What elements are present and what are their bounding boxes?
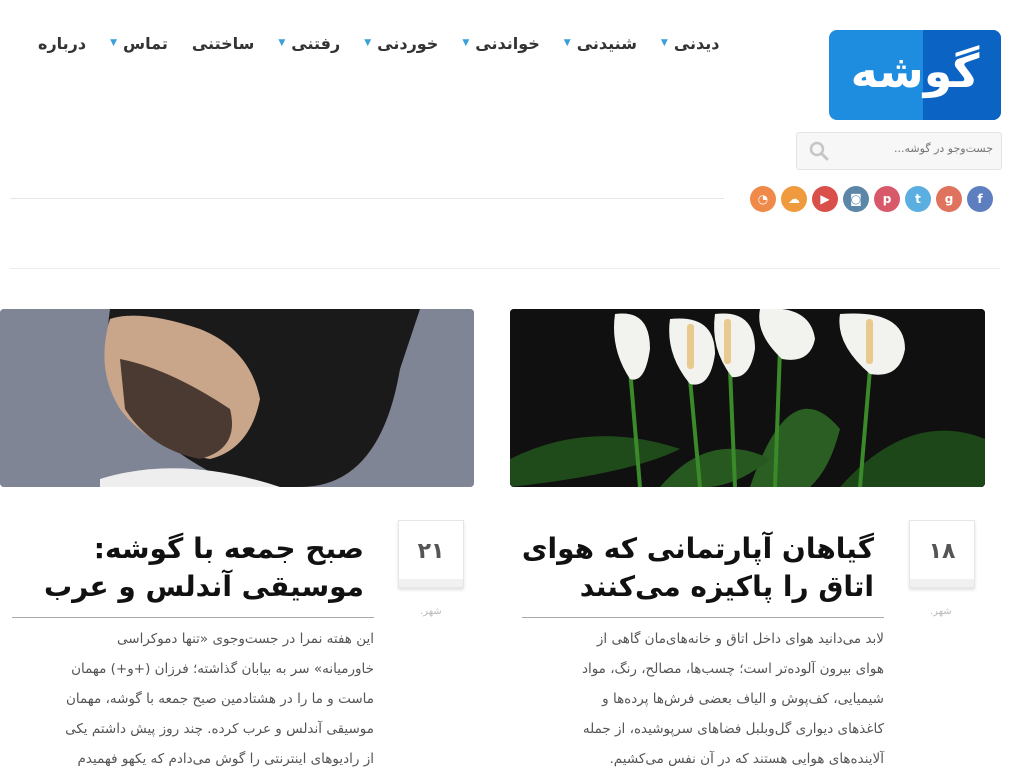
excerpt-line: شیمیایی، کف‌پوش و الیاف بعضی فرش‌ها پرده… — [602, 691, 884, 707]
instagram-icon[interactable]: ◙ — [843, 186, 869, 212]
post-day: ۲۱ — [417, 539, 445, 564]
excerpt-line: لابد می‌دانید هوای داخل اتاق و خانه‌های‌… — [596, 631, 884, 647]
post-month: شهر. — [420, 606, 442, 617]
post-title-line: گیاهان آپارتمانی که هوای — [521, 532, 874, 565]
post-title-line: موسیقی آندلس و عرب — [43, 570, 364, 603]
badge-fold — [399, 579, 463, 587]
title-underline — [12, 617, 374, 618]
nav-item-label: شنیدنی — [576, 33, 637, 53]
post-image-plants[interactable] — [510, 309, 985, 487]
nav-item-label: خواندنی — [475, 33, 540, 53]
excerpt-line: کاغذهای دیواری گل‌وبلبل فضاهای سرپوشیده،… — [582, 721, 884, 737]
excerpt-line: آلاینده‌های هوایی هستند که در آن نفس می‌… — [609, 751, 885, 767]
soundcloud-icon[interactable]: ☁ — [781, 186, 807, 212]
post-month: شهر. — [930, 606, 952, 617]
twitter-icon[interactable]: t — [905, 186, 931, 212]
excerpt-line: خاورمیانه» سر به بیابان گذاشته؛ فرزان (+… — [71, 661, 374, 677]
nav-item-label: درباره — [38, 33, 87, 53]
rss-icon[interactable]: ◔ — [750, 186, 776, 212]
search-input[interactable] — [841, 141, 995, 156]
excerpt-line: ماست و ما را در هشتادمین صبح جمعه با گوش… — [65, 691, 374, 707]
post-date-badge: ۱۸ — [909, 520, 975, 588]
excerpt-line: این هفته نمرا در جست‌وجوی «تنها دموکراسی — [117, 631, 374, 647]
chevron-down-icon: ▼ — [278, 38, 286, 48]
nav-item-label: تماس — [123, 33, 168, 53]
post-image-musician[interactable] — [0, 309, 474, 487]
peace-lily-illustration — [510, 309, 985, 487]
site-logo[interactable]: گوشه — [829, 30, 1001, 120]
social-links: ◔ ☁ ▶ ◙ p t g f — [750, 186, 993, 212]
nav-item-label: رفتنی — [291, 33, 341, 53]
nav-item-listen[interactable]: ▼ شنیدنی — [564, 30, 637, 56]
nav-item-label: دیدنی — [673, 33, 720, 53]
post-excerpt: این هفته نمرا در جست‌وجوی «تنها دموکراسی… — [12, 624, 374, 774]
nav-item-food[interactable]: ▼ خوردنی — [364, 30, 438, 56]
nav-item-contact[interactable]: ▼ تماس — [110, 30, 168, 56]
post-title-line: اتاق را پاکیزه می‌کنند — [579, 570, 874, 603]
nav-item-label: خوردنی — [377, 33, 439, 53]
search-icon[interactable] — [809, 141, 829, 161]
chevron-down-icon: ▼ — [364, 38, 372, 48]
chevron-down-icon: ▼ — [563, 38, 571, 48]
title-underline — [522, 617, 884, 618]
post-date-badge: ۲۱ — [398, 520, 464, 588]
facebook-icon[interactable]: f — [967, 186, 993, 212]
divider — [10, 268, 1000, 269]
post-title-line: صبح جمعه با گوشه: — [93, 532, 364, 565]
chevron-down-icon: ▼ — [462, 38, 470, 48]
post-title[interactable]: صبح جمعه با گوشه: موسیقی آندلس و عرب — [14, 530, 364, 606]
nav-item-buildable[interactable]: ساختنی — [192, 30, 255, 56]
nav-item-read[interactable]: ▼ خواندنی — [462, 30, 539, 56]
main-nav: درباره ▼ تماس ساختنی ▼ رفتنی ▼ خوردنی ▼ خوان… — [14, 30, 720, 56]
logo-text: گوشه — [850, 44, 980, 98]
nav-item-watch[interactable]: ▼ دیدنی — [661, 30, 720, 56]
excerpt-line: موسیقی آندلس و عرب کرده. چند روز پیش داش… — [65, 721, 374, 737]
chevron-down-icon: ▼ — [110, 38, 118, 48]
nav-item-travel[interactable]: ▼ رفتنی — [278, 30, 340, 56]
excerpt-line: هوای بیرون آلوده‌تر است؛ چسب‌ها، مصالح، … — [581, 661, 884, 677]
google-plus-icon[interactable]: g — [936, 186, 962, 212]
youtube-icon[interactable]: ▶ — [812, 186, 838, 212]
nav-item-about[interactable]: درباره — [38, 30, 86, 56]
divider — [10, 198, 724, 199]
badge-fold — [910, 579, 974, 587]
post-excerpt: لابد می‌دانید هوای داخل اتاق و خانه‌های‌… — [522, 624, 884, 774]
musician-portrait — [0, 309, 474, 487]
chevron-down-icon: ▼ — [660, 38, 668, 48]
nav-item-label: ساختنی — [191, 33, 255, 53]
post-day: ۱۸ — [928, 539, 956, 564]
excerpt-line: از رادیوهای اینترنتی را گوش می‌دادم که ی… — [77, 751, 374, 767]
pinterest-icon[interactable]: p — [874, 186, 900, 212]
search-box — [796, 132, 1002, 170]
post-title[interactable]: گیاهان آپارتمانی که هوای اتاق را پاکیزه … — [494, 530, 874, 606]
